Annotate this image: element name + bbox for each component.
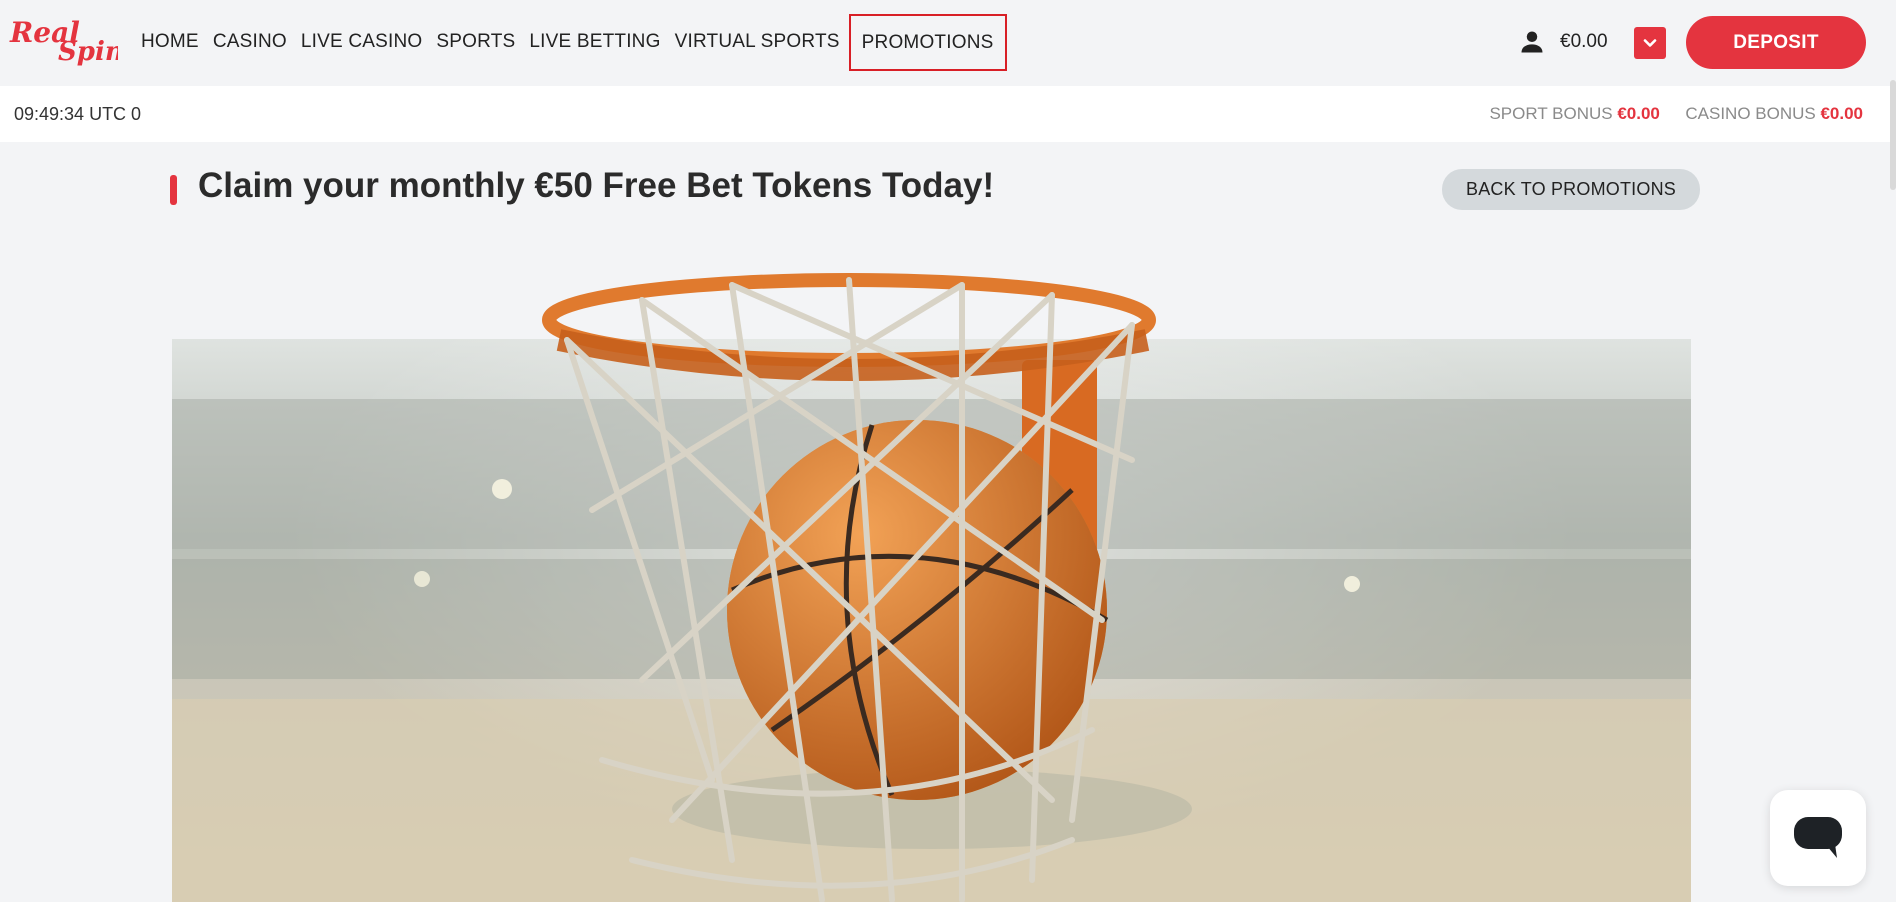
chat-bubble-icon: [1794, 817, 1842, 858]
sport-bonus-value: €0.00: [1617, 104, 1660, 123]
account-area[interactable]: €0.00: [1518, 24, 1608, 60]
live-chat-button[interactable]: [1770, 790, 1866, 886]
user-icon: [1521, 31, 1543, 53]
chevron-down-icon: [1643, 39, 1657, 47]
nav-item-virtual-sports[interactable]: VIRTUAL SPORTS: [668, 19, 847, 65]
page-scrollbar[interactable]: [1890, 80, 1896, 190]
bonus-summary: SPORT BONUS €0.00 CASINO BONUS €0.00: [1489, 86, 1863, 142]
nav-item-home[interactable]: HOME: [134, 19, 206, 65]
info-bar: 09:49:34 UTC 0 SPORT BONUS €0.00 CASINO …: [0, 86, 1896, 142]
casino-bonus-value: €0.00: [1820, 104, 1863, 123]
back-to-promotions-button[interactable]: BACK TO PROMOTIONS: [1442, 169, 1700, 210]
top-header: Real Spin HOME CASINO LIVE CASINO SPORTS…: [0, 0, 1896, 86]
nav-item-live-casino[interactable]: LIVE CASINO: [294, 19, 430, 65]
nav-item-promotions[interactable]: PROMOTIONS: [848, 13, 1007, 71]
account-balance: €0.00: [1560, 31, 1608, 52]
page-title: Claim your monthly €50 Free Bet Tokens T…: [198, 166, 995, 205]
sport-bonus-label: SPORT BONUS: [1489, 104, 1613, 123]
basketball-hoop-image: [542, 273, 1156, 902]
nav-item-live-betting[interactable]: LIVE BETTING: [522, 19, 667, 65]
svg-text:Spin: Spin: [58, 37, 118, 66]
casino-bonus-label: CASINO BONUS: [1685, 104, 1816, 123]
realspin-logo[interactable]: Real Spin: [8, 14, 124, 67]
account-dropdown-button[interactable]: [1634, 27, 1666, 59]
title-accent-bar: [170, 175, 177, 205]
main-nav: HOME CASINO LIVE CASINO SPORTS LIVE BETT…: [134, 13, 1007, 71]
nav-item-casino[interactable]: CASINO: [206, 19, 294, 65]
server-clock: 09:49:34 UTC 0: [14, 104, 142, 124]
nav-item-sports[interactable]: SPORTS: [429, 19, 522, 65]
deposit-button[interactable]: DEPOSIT: [1686, 16, 1866, 69]
